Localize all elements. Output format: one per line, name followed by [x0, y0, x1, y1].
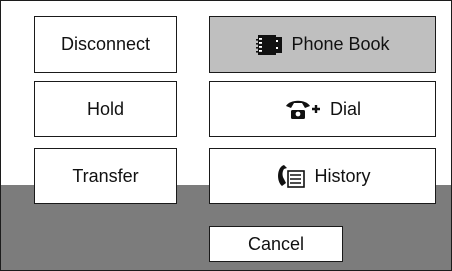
history-label: History — [314, 165, 371, 186]
phone-book-button[interactable]: Phone Book — [209, 16, 436, 73]
dial-label: Dial — [329, 98, 361, 119]
phone-list-icon — [274, 163, 308, 189]
transfer-button[interactable]: Transfer — [34, 148, 177, 204]
phonebook-icon — [255, 33, 285, 57]
transfer-label: Transfer — [72, 165, 139, 186]
disconnect-button[interactable]: Disconnect — [34, 16, 177, 73]
phone-menu-panel: Disconnect Hold Transfer Phone Book Dial… — [0, 0, 452, 271]
cancel-label: Cancel — [247, 233, 305, 254]
history-button[interactable]: History — [209, 148, 436, 204]
disconnect-label: Disconnect — [60, 34, 151, 54]
cancel-button[interactable]: Cancel — [209, 226, 343, 262]
hold-button[interactable]: Hold — [34, 81, 177, 137]
dial-button[interactable]: Dial — [209, 81, 436, 137]
hold-label: Hold — [86, 98, 125, 119]
phone-plus-icon — [284, 97, 324, 121]
phone-book-label: Phone Book — [291, 34, 390, 54]
